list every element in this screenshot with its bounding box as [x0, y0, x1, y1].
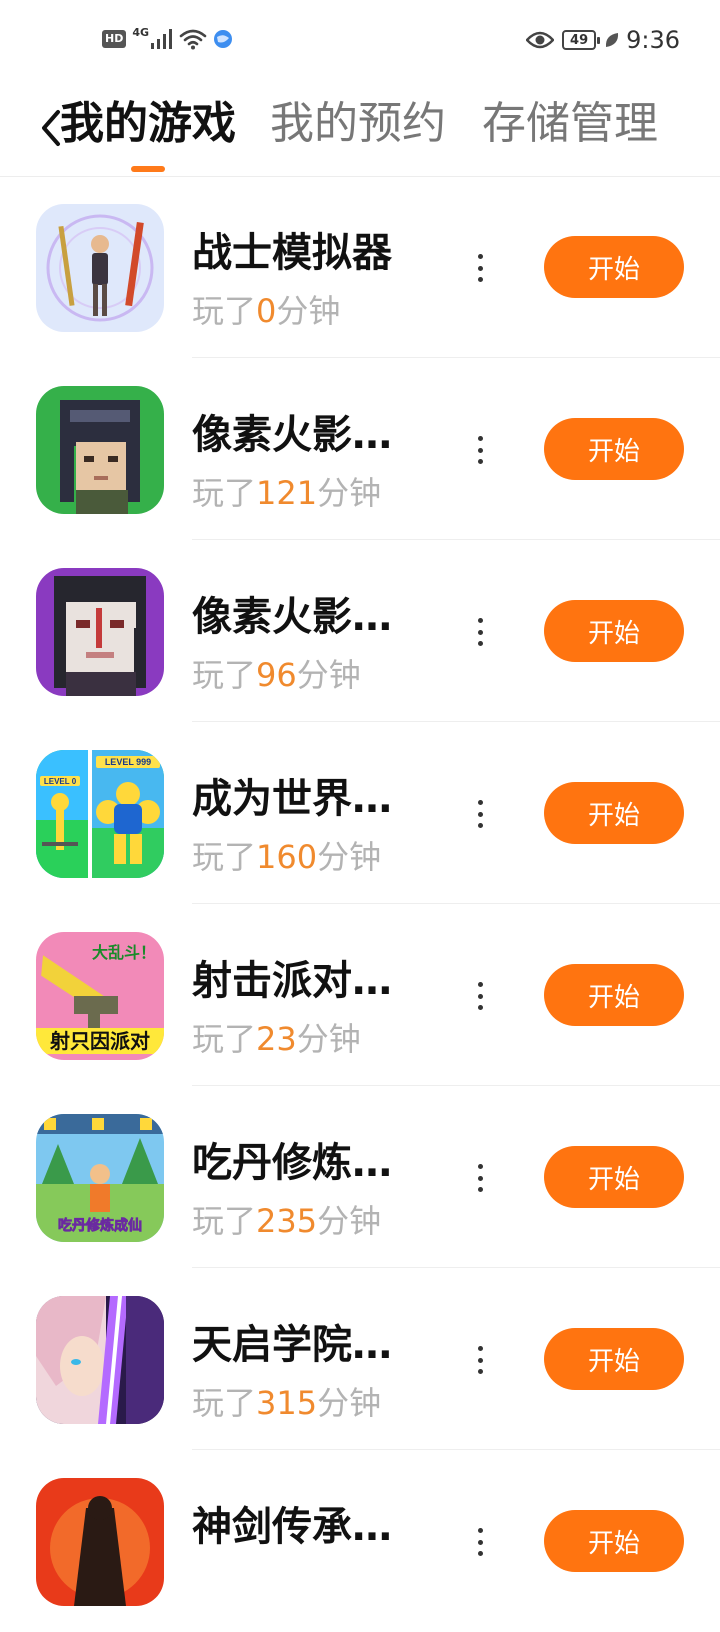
play-time: 玩了23分钟 — [192, 1019, 361, 1059]
play-minutes: 23 — [256, 1020, 297, 1058]
start-button[interactable]: 开始 — [544, 1146, 684, 1208]
play-time: 玩了0分钟 — [192, 291, 340, 331]
game-row[interactable]: 神剑传承… 开始 — [0, 1450, 720, 1632]
play-time-suffix: 分钟 — [276, 292, 341, 330]
shooting-party-game-icon[interactable]: 大乱斗！ 射只因派对 — [36, 932, 164, 1060]
play-time: 玩了235分钟 — [192, 1201, 381, 1241]
warrior-simulator-game-icon[interactable] — [36, 204, 164, 332]
play-time-suffix: 分钟 — [317, 474, 382, 512]
leaf-icon — [606, 33, 619, 47]
play-time-prefix: 玩了 — [192, 292, 257, 330]
active-tab-indicator — [131, 166, 165, 172]
game-row[interactable]: 吃丹修炼成仙 吃丹修炼… 玩了235分钟 开始 — [0, 1086, 720, 1268]
more-options-icon[interactable] — [470, 612, 490, 652]
tab-my-reservations[interactable]: 我的预约 — [270, 96, 446, 152]
play-time: 玩了160分钟 — [192, 837, 381, 877]
start-button[interactable]: 开始 — [544, 1510, 684, 1572]
game-row[interactable]: 天启学院… 玩了315分钟 开始 — [0, 1268, 720, 1450]
game-row[interactable]: 大乱斗！ 射只因派对 射击派对… 玩了23分钟 开始 — [0, 904, 720, 1086]
wifi-icon — [179, 29, 207, 50]
play-time: 玩了121分钟 — [192, 473, 381, 513]
tab-my-games[interactable]: 我的游戏 — [60, 96, 236, 152]
pixel-naruto-mask-game-icon[interactable] — [36, 568, 164, 696]
more-options-icon[interactable] — [470, 1522, 490, 1562]
pixel-naruto-game-icon[interactable] — [36, 386, 164, 514]
signal-icon — [151, 29, 173, 49]
more-options-icon[interactable] — [470, 248, 490, 288]
play-time-suffix: 分钟 — [296, 656, 361, 694]
browser-notification-icon — [214, 30, 233, 48]
become-world-champion-game-icon[interactable]: LEVEL 0 LEVEL 999 — [36, 750, 164, 878]
play-time-prefix: 玩了 — [192, 1020, 257, 1058]
game-name: 成为世界… — [192, 776, 392, 822]
status-time: 9:36 — [626, 26, 680, 54]
play-time: 玩了96分钟 — [192, 655, 361, 695]
play-minutes: 160 — [256, 838, 318, 876]
start-button[interactable]: 开始 — [544, 782, 684, 844]
battery-level: 49 — [570, 32, 589, 48]
level-0-label: LEVEL 0 — [44, 777, 77, 786]
status-right: 49 9:36 — [526, 26, 680, 54]
play-time-prefix: 玩了 — [192, 838, 257, 876]
tab-storage-management[interactable]: 存储管理 — [482, 96, 658, 152]
more-options-icon[interactable] — [470, 430, 490, 470]
hd-badge: HD — [102, 30, 127, 48]
network-type-label: 4G — [132, 25, 150, 39]
play-minutes: 0 — [256, 292, 277, 330]
game-name: 射击派对… — [192, 958, 392, 1004]
start-button[interactable]: 开始 — [544, 236, 684, 298]
melee-tag-text: 大乱斗！ — [92, 943, 156, 962]
play-minutes: 96 — [256, 656, 297, 694]
game-name: 吃丹修炼… — [192, 1140, 392, 1186]
play-time-prefix: 玩了 — [192, 1202, 257, 1240]
play-time-suffix: 分钟 — [296, 1020, 361, 1058]
start-button[interactable]: 开始 — [544, 418, 684, 480]
more-options-icon[interactable] — [470, 1340, 490, 1380]
start-button[interactable]: 开始 — [544, 600, 684, 662]
game-row[interactable]: 像素火影… 玩了96分钟 开始 — [0, 540, 720, 722]
play-time-prefix: 玩了 — [192, 474, 257, 512]
game-row[interactable]: 战士模拟器 玩了0分钟 开始 — [0, 176, 720, 358]
play-time: 玩了315分钟 — [192, 1383, 381, 1423]
game-name: 神剑传承… — [192, 1504, 392, 1550]
status-left: HD 4G — [102, 25, 233, 50]
play-time-prefix: 玩了 — [192, 1384, 257, 1422]
play-time-prefix: 玩了 — [192, 656, 257, 694]
game-name: 像素火影… — [192, 594, 392, 640]
divine-sword-legacy-game-icon[interactable] — [36, 1478, 164, 1606]
game-name: 天启学院… — [192, 1322, 392, 1368]
play-time-suffix: 分钟 — [317, 1384, 382, 1422]
play-minutes: 235 — [256, 1202, 318, 1240]
level-999-label: LEVEL 999 — [105, 757, 151, 767]
eye-comfort-icon — [526, 31, 555, 49]
game-list: 战士模拟器 玩了0分钟 开始 像素火影… 玩了121分钟 开始 像素火影… 玩了… — [0, 176, 720, 1632]
back-arrow-icon[interactable] — [38, 106, 62, 150]
play-minutes: 121 — [256, 474, 318, 512]
more-options-icon[interactable] — [470, 976, 490, 1016]
game-name: 战士模拟器 — [192, 230, 392, 276]
play-minutes: 315 — [256, 1384, 318, 1422]
pill-cultivation-game-icon[interactable]: 吃丹修炼成仙 — [36, 1114, 164, 1242]
game-row[interactable]: LEVEL 0 LEVEL 999 成为世界… 玩了160分钟 开始 — [0, 722, 720, 904]
start-button[interactable]: 开始 — [544, 1328, 684, 1390]
status-bar: HD 4G 49 9:36 — [0, 0, 720, 82]
battery-indicator: 49 — [562, 30, 601, 50]
game-row[interactable]: 像素火影… 玩了121分钟 开始 — [0, 358, 720, 540]
more-options-icon[interactable] — [470, 794, 490, 834]
shooting-party-title-text: 射只因派对 — [49, 1029, 150, 1053]
more-options-icon[interactable] — [470, 1158, 490, 1198]
play-time-suffix: 分钟 — [317, 838, 382, 876]
play-time-suffix: 分钟 — [317, 1202, 382, 1240]
pill-cultivation-title-text: 吃丹修炼成仙 — [58, 1217, 142, 1234]
tab-bar: 我的游戏 我的预约 存储管理 — [0, 82, 720, 177]
start-button[interactable]: 开始 — [544, 964, 684, 1026]
apocalypse-academy-game-icon[interactable] — [36, 1296, 164, 1424]
game-name: 像素火影… — [192, 412, 392, 458]
